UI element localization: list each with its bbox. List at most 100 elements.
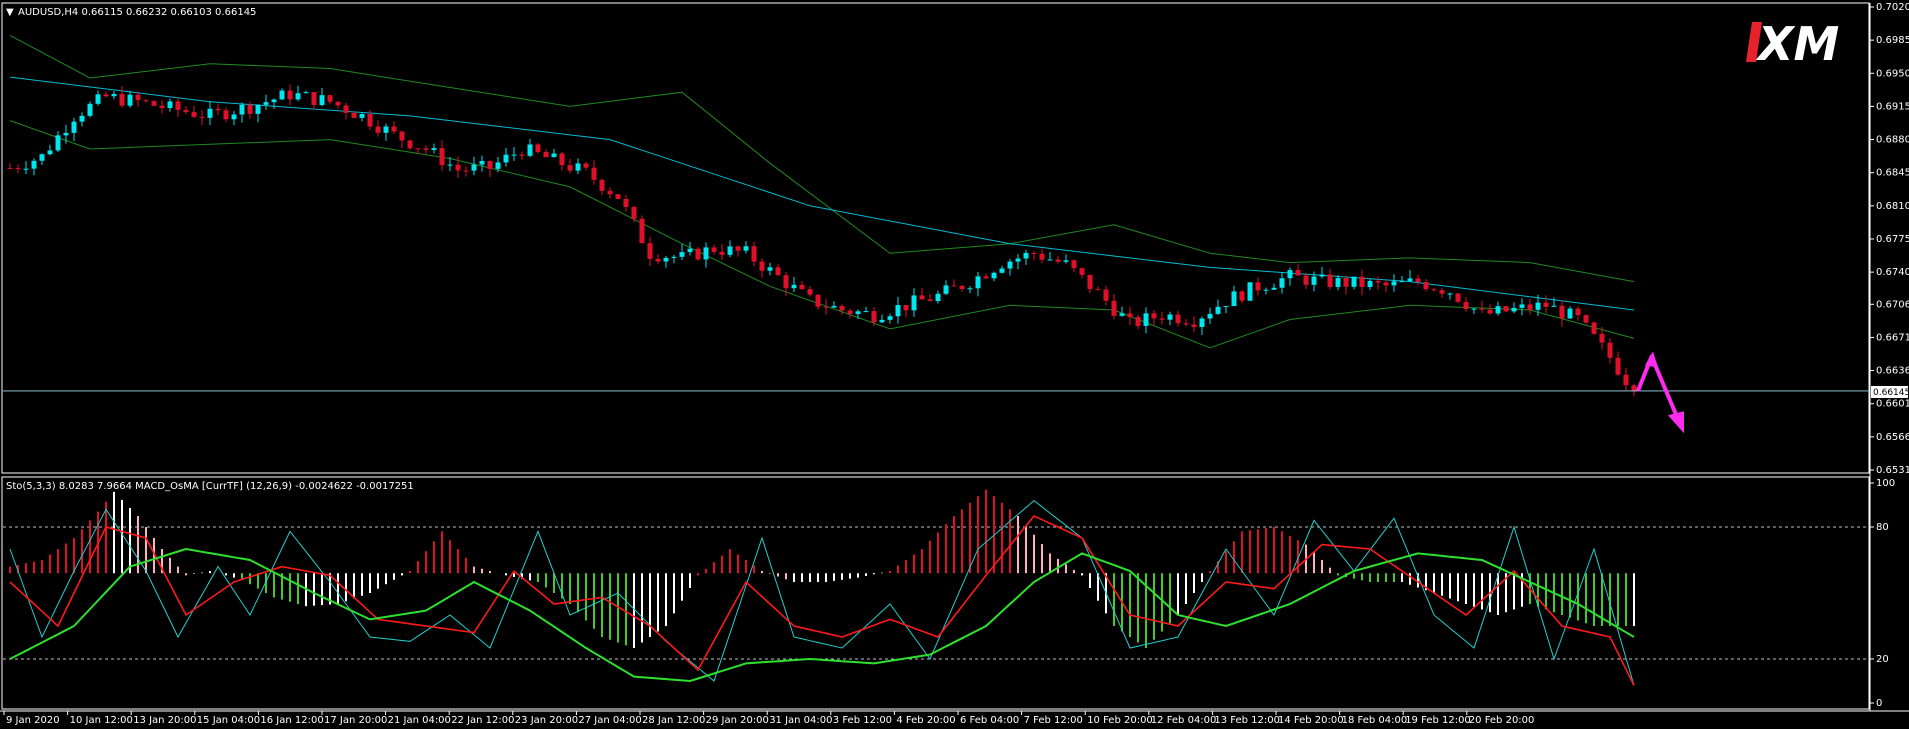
time-tick-label: 29 Jan 20:00 [706,715,769,726]
indicator-tick-label: 0 [1876,698,1882,709]
candle-body [1351,276,1357,287]
price-tick-label: 0.69850 [1876,35,1909,46]
time-axis: 9 Jan 2020 10 Jan 12:00 13 Jan 20:00 15 Jan… [3,711,1534,726]
candle-body [679,252,685,257]
candle-body [1423,282,1429,290]
candle-body [519,154,525,156]
candle-body [111,93,117,97]
candle-body [559,153,565,166]
candle-body [951,285,957,287]
candle-body [55,135,61,151]
candle-body [1327,274,1333,287]
candle-body [1119,313,1125,316]
candle-body [1399,281,1405,283]
candle-body [1567,308,1573,319]
candle-body [319,95,325,105]
candle-body [143,100,149,102]
time-tick-label: 31 Jan 04:00 [769,715,832,726]
candle-body [343,105,349,113]
candle-body [1375,280,1381,283]
price-panel[interactable] [1,2,1870,474]
candle-body [967,288,973,290]
candle-body [1231,291,1237,307]
candle-body [1535,302,1541,310]
symbol-header-icon-arrow[interactable]: ▼ [6,7,14,18]
candle-body [135,94,141,101]
candle-body [311,92,317,105]
candle-body [1335,278,1341,287]
candle-body [407,140,413,149]
candle-body [487,161,493,169]
candle-body [815,294,821,307]
candle-body [327,95,333,102]
candle-body [255,104,261,114]
candle-body [71,121,77,133]
candle-body [391,126,397,132]
candle-body [703,247,709,260]
candle-body [15,168,21,170]
candle-body [1455,293,1461,302]
candle-body [615,194,621,199]
candle-body [1279,278,1285,288]
candle-body [1431,289,1437,291]
candle-body [1071,260,1077,269]
candle-body [1607,342,1613,358]
candle-body [959,285,965,289]
xm-logo: XM [1746,17,1839,71]
candle-body [687,248,693,253]
candle-body [1447,293,1453,295]
candle-body [191,112,197,117]
candle-body [935,293,941,302]
candle-body [1615,357,1621,375]
price-tick-label: 0.68450 [1876,168,1909,179]
candle-body [375,126,381,133]
candle-body [655,258,661,262]
price-tick-label: 0.68800 [1876,135,1909,146]
candle-body [1319,274,1325,277]
candle-body [263,102,269,105]
candle-body [535,144,541,153]
candle-body [495,162,501,169]
candle-body [847,310,853,315]
candle-body [567,165,573,171]
candle-body [583,163,589,168]
candle-body [183,109,189,113]
candle-body [95,94,101,104]
candle-body [423,148,429,150]
candle-body [1055,259,1061,262]
candle-body [639,218,645,244]
candle-body [695,248,701,260]
candle-body [159,105,165,108]
candle-body [1631,385,1637,391]
candle-body [943,285,949,294]
candle-body [1103,289,1109,301]
candle-body [663,257,669,262]
candle-body [823,306,829,308]
candle-body [1303,275,1309,285]
candle-body [119,93,125,106]
candle-body [1023,252,1029,259]
candle-body [1543,302,1549,307]
candle-body [247,104,253,114]
candle-body [279,90,285,100]
price-tick-label: 0.67400 [1876,267,1909,278]
candle-body [1095,289,1101,291]
time-tick-label: 15 Jan 04:00 [197,715,260,726]
candle-body [39,154,45,161]
candle-body [799,284,805,290]
time-tick-label: 10 Jan 12:00 [70,715,133,726]
candle-body [1511,307,1517,312]
candle-body [919,295,925,300]
trading-chart[interactable]: ▼ AUDUSD,H4 0.66115 0.66232 0.66103 0.66… [0,0,1909,729]
candle-body [1439,290,1445,294]
current-price-text: 0.66145 [1873,388,1909,398]
candle-body [1223,306,1229,308]
candle-body [167,101,173,108]
price-tick-label: 0.67750 [1876,234,1909,245]
candle-body [1383,282,1389,286]
price-tick-label: 0.70200 [1876,2,1909,13]
price-tick-label: 0.69500 [1876,68,1909,79]
candle-body [1583,315,1589,323]
candle-body [79,115,85,122]
candle-body [1359,276,1365,287]
